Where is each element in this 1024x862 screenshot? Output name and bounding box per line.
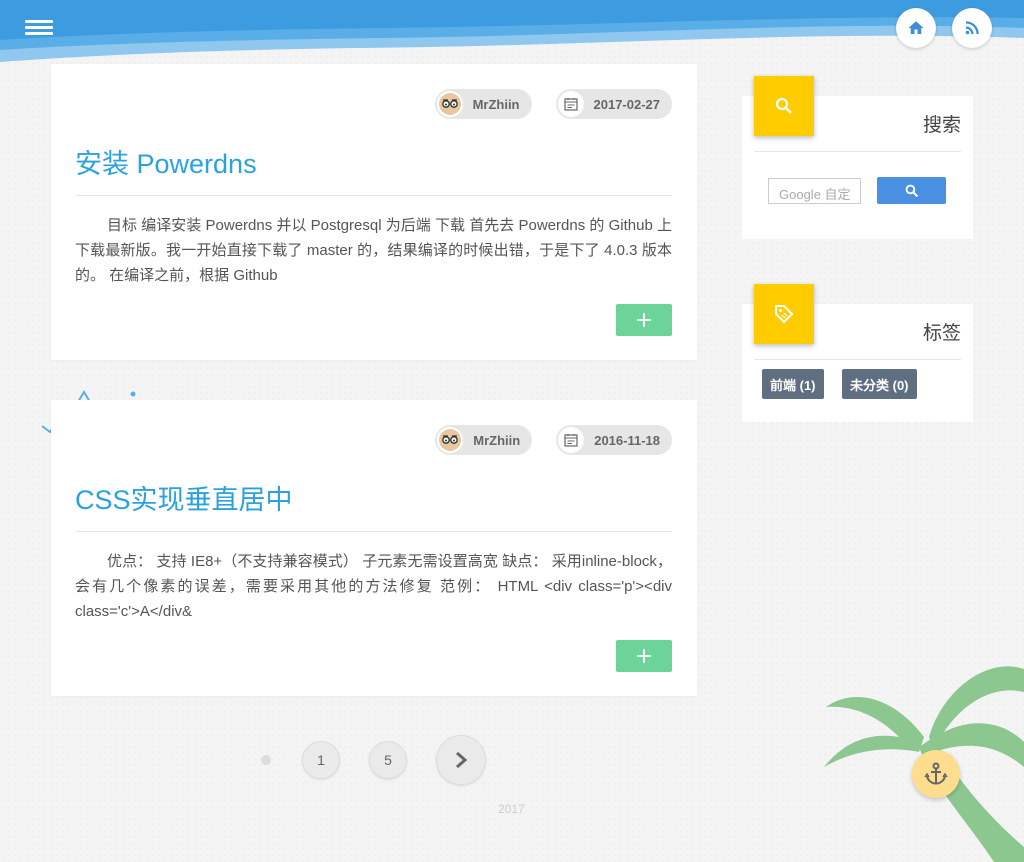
- rss-icon[interactable]: [952, 8, 992, 48]
- pagination-dot: [261, 755, 271, 765]
- search-icon: [905, 184, 918, 197]
- search-widget: 搜索 Google 自定: [742, 76, 973, 239]
- author-chip[interactable]: MrZhiin: [435, 425, 533, 455]
- tags-widget: 标签 前端 (1) 未分类 (0): [742, 284, 973, 422]
- plus-icon: [637, 313, 651, 327]
- date-chip: 2016-11-18: [556, 425, 672, 455]
- post-card: MrZhiin 2017-02-27 安装 Powerdns 目标 编译安装 P…: [51, 64, 697, 360]
- post-title[interactable]: CSS实现垂直居中: [75, 478, 293, 517]
- author-chip[interactable]: MrZhiin: [434, 89, 532, 119]
- search-icon: [754, 76, 814, 136]
- footer-year: 2017: [498, 802, 525, 816]
- read-more-button[interactable]: [616, 304, 672, 336]
- plus-icon: [637, 649, 651, 663]
- top-header: [0, 0, 1024, 64]
- avatar: [436, 91, 463, 117]
- next-page-button[interactable]: [436, 735, 486, 785]
- post-excerpt: 目标 编译安装 Powerdns 并以 Postgresql 为后端 下载 首先…: [75, 217, 672, 284]
- calendar-icon: [558, 427, 585, 453]
- header-wave: [0, 0, 1024, 62]
- post-excerpt: 优点： 支持 IE8+（不支持兼容模式） 子元素无需设置高宽 缺点： 采用inl…: [75, 553, 672, 620]
- chevron-right-icon: [456, 751, 468, 769]
- hamburger-menu-icon[interactable]: [25, 17, 53, 39]
- post-date: 2016-11-18: [594, 432, 660, 448]
- calendar-icon: [557, 91, 584, 117]
- home-icon[interactable]: [896, 8, 936, 48]
- widget-title: 搜索: [922, 115, 961, 136]
- author-name: MrZhiin: [472, 96, 520, 112]
- post-title[interactable]: 安装 Powerdns: [75, 142, 257, 181]
- avatar: [437, 427, 464, 453]
- tag-uncategorized[interactable]: 未分类 (0): [842, 369, 917, 399]
- post-meta: MrZhiin 2016-11-18: [435, 425, 672, 455]
- divider: [75, 531, 672, 532]
- tag-frontend[interactable]: 前端 (1): [762, 369, 824, 399]
- post-card: MrZhiin 2016-11-18 CSS实现垂直居中 优点： 支持 IE8+…: [51, 400, 697, 696]
- author-name: MrZhiin: [473, 432, 521, 448]
- divider: [75, 195, 672, 196]
- read-more-button[interactable]: [616, 640, 672, 672]
- tag-icon: [754, 284, 814, 344]
- divider: [754, 359, 961, 360]
- anchor-icon[interactable]: [912, 750, 960, 798]
- search-button[interactable]: [877, 177, 946, 204]
- divider: [754, 151, 961, 152]
- post-meta: MrZhiin 2017-02-27: [434, 89, 672, 119]
- page-button-5[interactable]: 5: [369, 741, 407, 779]
- date-chip: 2017-02-27: [555, 89, 672, 119]
- search-input[interactable]: Google 自定: [768, 178, 861, 204]
- post-date: 2017-02-27: [593, 96, 661, 112]
- widget-title: 标签: [922, 323, 961, 344]
- page-button-1[interactable]: 1: [302, 741, 340, 779]
